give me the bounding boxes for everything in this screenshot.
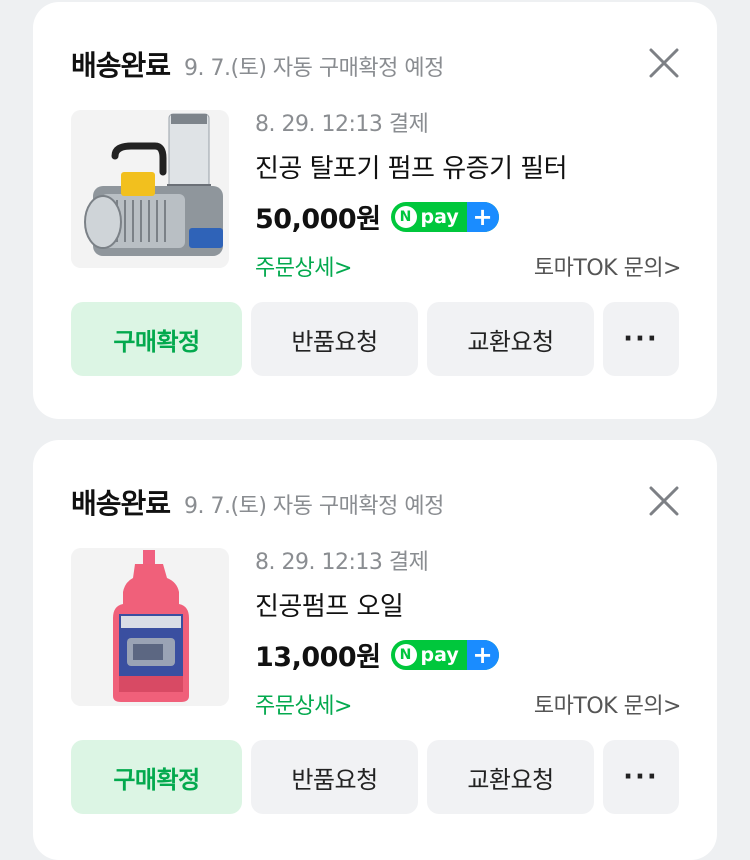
action-buttons: 구매확정 반품요청 교환요청 ··· [71,302,679,376]
auto-confirm-note: 9. 7.(토) 자동 구매확정 예정 [184,56,444,81]
npay-label: pay [420,205,459,228]
pump-oil-bottle-image[interactable] [71,548,229,706]
price: 13,000원 [255,642,381,673]
order-detail-link[interactable]: 주문상세> [255,688,352,720]
npay-plus-badge: N pay + [390,639,499,670]
naver-n-icon: N [394,205,417,228]
price-row: 50,000원 N pay + [255,197,681,236]
npay-plus-badge: N pay + [390,201,499,232]
confirm-purchase-button[interactable]: 구매확정 [71,302,242,376]
naver-n-icon: N [394,643,417,666]
order-detail-link[interactable]: 주문상세> [255,250,352,282]
links-row: 주문상세> 토마TOK 문의> [255,688,682,720]
product-name[interactable]: 진공 탈포기 펌프 유증기 필터 [255,148,681,185]
order-header: 배송완료 9. 7.(토) 자동 구매확정 예정 [71,482,444,522]
product-info: 8. 29. 12:13 결제 진공펌프 오일 13,000원 N pay + … [255,544,682,720]
confirm-purchase-button[interactable]: 구매확정 [71,740,242,814]
payment-date: 8. 29. 12:13 결제 [255,112,429,137]
links-row: 주문상세> 토마TOK 문의> [255,250,682,282]
price: 50,000원 [255,204,381,235]
product-name[interactable]: 진공펌프 오일 [255,586,681,623]
exchange-request-button[interactable]: 교환요청 [427,740,594,814]
auto-confirm-note: 9. 7.(토) 자동 구매확정 예정 [184,494,444,519]
seller-inquiry-link[interactable]: 토마TOK 문의> [534,688,682,720]
plus-icon: + [466,201,499,232]
seller-inquiry-link[interactable]: 토마TOK 문의> [534,250,682,282]
payment-date: 8. 29. 12:13 결제 [255,550,429,575]
delivery-status: 배송완료 [71,49,171,82]
order-card: 배송완료 9. 7.(토) 자동 구매확정 예정 8. 29. 12:13 결제… [33,440,717,860]
order-header: 배송완료 9. 7.(토) 자동 구매확정 예정 [71,44,444,84]
close-icon[interactable] [645,482,683,520]
return-request-button[interactable]: 반품요청 [251,740,418,814]
exchange-request-button[interactable]: 교환요청 [427,302,594,376]
close-icon[interactable] [645,44,683,82]
order-card: 배송완료 9. 7.(토) 자동 구매확정 예정 8. 29. 12:13 결제… [33,2,717,419]
plus-icon: + [466,639,499,670]
npay-label: pay [420,643,459,666]
vacuum-pump-image[interactable] [71,110,229,268]
more-options-button[interactable]: ··· [603,740,679,814]
action-buttons: 구매확정 반품요청 교환요청 ··· [71,740,679,814]
more-options-button[interactable]: ··· [603,302,679,376]
price-row: 13,000원 N pay + [255,635,681,674]
delivery-status: 배송완료 [71,487,171,520]
return-request-button[interactable]: 반품요청 [251,302,418,376]
product-info: 8. 29. 12:13 결제 진공 탈포기 펌프 유증기 필터 50,000원… [255,106,682,282]
